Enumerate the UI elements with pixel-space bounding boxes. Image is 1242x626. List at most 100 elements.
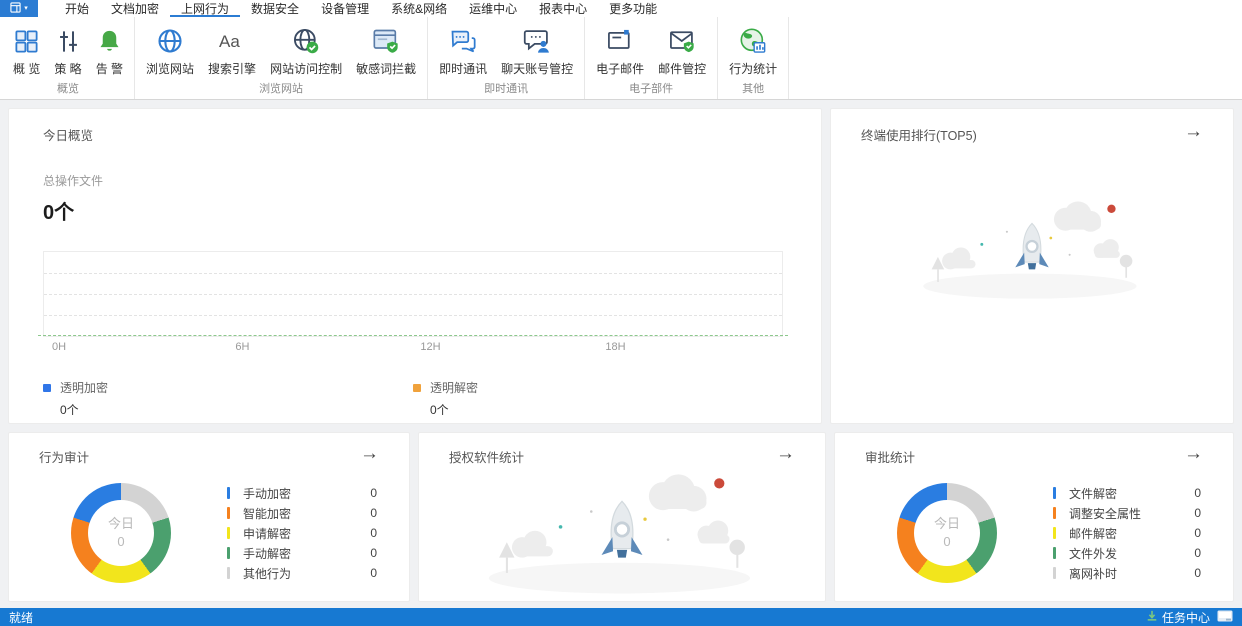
arrow-right-icon[interactable]: →	[1184, 444, 1203, 463]
legend-label: 其他行为	[243, 566, 292, 581]
legend-value: 0个	[430, 403, 449, 417]
status-bar: 就绪 任务中心	[0, 608, 1242, 626]
ribbon-group-other: 行为统计 其他	[718, 17, 790, 99]
legend-label: 手动解密	[243, 546, 292, 561]
legend-swatch	[1053, 487, 1056, 499]
legend-row: 手动加密 0	[227, 483, 377, 503]
donut-center-label: 今日 0	[107, 515, 134, 549]
tab-start[interactable]: 开始	[54, 0, 100, 17]
ribbon-tabs: 开始 文档加密 上网行为 数据安全 设备管理 系统&网络 运维中心 报表中心 更…	[54, 0, 668, 17]
legend-value: 0个	[60, 403, 79, 417]
legend-label: 手动加密	[243, 486, 292, 501]
globe-icon	[156, 24, 184, 58]
card-title: 行为审计	[39, 451, 90, 465]
ribbon-item-email-control[interactable]: 邮件管控	[651, 22, 713, 79]
time-distribution-chart	[38, 251, 788, 337]
donut-legend: 文件解密 0 调整安全属性 0 邮件解密 0 文件外发 0 离网补时 0	[1053, 483, 1203, 583]
ribbon-item-alert[interactable]: 告 警	[89, 22, 130, 79]
tab-system-network[interactable]: 系统&网络	[380, 0, 458, 17]
legend-row: 智能加密 0	[227, 503, 377, 523]
ribbon-item-instant-messaging[interactable]: 即时通讯	[432, 22, 494, 79]
tab-internet-behavior[interactable]: 上网行为	[170, 0, 241, 17]
chevron-down-icon: ▾	[24, 5, 28, 12]
legend-row: 离网补时 0	[1053, 563, 1201, 583]
tab-report-center[interactable]: 报表中心	[528, 0, 598, 17]
sliders-icon	[55, 24, 82, 58]
ribbon-group-label: 电子部件	[629, 83, 674, 95]
x-axis-ticks: 0H 6H 12H 18H	[43, 341, 783, 357]
ribbon-item-website-access-control[interactable]: 网站访问控制	[263, 22, 349, 79]
chat-bubbles-icon	[449, 24, 477, 58]
ribbon-group-label: 概览	[57, 83, 80, 95]
bell-icon	[96, 24, 123, 58]
ribbon-item-policy[interactable]: 策 略	[47, 22, 88, 79]
ribbon-toolbar: 概 览 策 略 告 警 概览 浏览网站 Aa 搜索引擎 网站访问控制 敏感词拦截…	[0, 17, 1242, 100]
legend-value: 0	[1194, 566, 1201, 580]
arrow-right-icon[interactable]: →	[776, 444, 795, 463]
client-monitor-icon[interactable]	[1217, 610, 1233, 625]
card-title: 授权软件统计	[449, 451, 525, 465]
ribbon-group-label: 其他	[742, 83, 765, 95]
ribbon-item-label: 电子邮件	[596, 62, 645, 76]
ribbon-item-label: 浏览网站	[146, 62, 195, 76]
ribbon-item-search-engine[interactable]: Aa 搜索引擎	[201, 22, 263, 79]
ribbon-item-label: 网站访问控制	[270, 62, 343, 76]
legend-swatch	[227, 547, 230, 559]
card-title: 今日概览	[43, 129, 94, 143]
ribbon-item-chat-account-control[interactable]: 聊天账号管控	[494, 22, 580, 79]
legend-label: 透明解密	[430, 381, 479, 395]
approval-stats-card: 审批统计 → 今日 0 文件解密 0 调整安全属性 0 邮件解密 0 文件外发 …	[834, 432, 1234, 602]
arrow-right-icon[interactable]: →	[1184, 122, 1203, 141]
x-tick: 0H	[52, 341, 67, 353]
tab-more-features[interactable]: 更多功能	[598, 0, 668, 17]
task-center-button[interactable]: 任务中心	[1146, 609, 1210, 626]
legend-value: 0	[1194, 506, 1201, 520]
envelope-shield-icon	[668, 24, 696, 58]
metric-value: 0个	[43, 202, 75, 224]
window-shield-icon	[372, 24, 400, 58]
legend-swatch	[413, 383, 421, 392]
task-center-label: 任务中心	[1161, 610, 1210, 625]
legend-row: 申请解密 0	[227, 523, 377, 543]
terminal-rank-card: 终端使用排行(TOP5) →	[830, 108, 1234, 424]
legend-value: 0	[370, 486, 377, 500]
app-menu-button[interactable]: ▾	[0, 0, 38, 17]
legend-row: 邮件解密 0	[1053, 523, 1201, 543]
tab-data-security[interactable]: 数据安全	[240, 0, 310, 17]
legend-row: 手动解密 0	[227, 543, 377, 563]
globe-chart-icon	[739, 24, 767, 58]
ribbon-item-label: 邮件管控	[658, 62, 707, 76]
ribbon-item-sensitive-word-block[interactable]: 敏感词拦截	[349, 22, 423, 79]
empty-state-rocket-illustration	[861, 196, 1203, 301]
legend-label: 邮件解密	[1069, 526, 1118, 541]
legend-swatch	[227, 487, 230, 499]
svg-text:Aa: Aa	[219, 32, 240, 51]
ribbon-item-overview[interactable]: 概 览	[6, 22, 47, 79]
ribbon-item-label: 搜索引擎	[208, 62, 257, 76]
menu-bar: ▾ 开始 文档加密 上网行为 数据安全 设备管理 系统&网络 运维中心 报表中心…	[0, 0, 1242, 17]
legend-label: 文件解密	[1069, 486, 1118, 501]
ribbon-item-label: 告 警	[95, 62, 124, 76]
donut-center-label: 今日 0	[933, 515, 960, 549]
legend-swatch	[1053, 527, 1056, 539]
behavior-audit-donut-chart: 今日 0	[71, 483, 171, 583]
arrow-right-icon[interactable]: →	[360, 444, 379, 463]
legend-label: 文件外发	[1069, 546, 1118, 561]
ribbon-item-label: 行为统计	[729, 62, 778, 76]
empty-state-rocket-illustration	[449, 468, 795, 596]
ribbon-item-label: 概 览	[13, 62, 41, 76]
card-title: 终端使用排行(TOP5)	[861, 129, 977, 143]
ribbon-item-email[interactable]: 电子邮件	[589, 22, 651, 79]
ribbon-group-overview: 概 览 策 略 告 警 概览	[2, 17, 136, 99]
ribbon-item-behavior-statistics[interactable]: 行为统计	[722, 22, 784, 79]
ribbon-item-label: 敏感词拦截	[356, 62, 417, 76]
legend-label: 申请解密	[243, 526, 292, 541]
app-window-icon	[10, 0, 21, 18]
legend-swatch	[227, 527, 230, 539]
legend-value: 0	[370, 526, 377, 540]
legend-item: 透明加密 0个	[43, 379, 413, 418]
tab-device-mgmt[interactable]: 设备管理	[310, 0, 380, 17]
tab-ops-center[interactable]: 运维中心	[458, 0, 528, 17]
tab-doc-encrypt[interactable]: 文档加密	[100, 0, 170, 17]
ribbon-item-browse-website[interactable]: 浏览网站	[139, 22, 201, 79]
